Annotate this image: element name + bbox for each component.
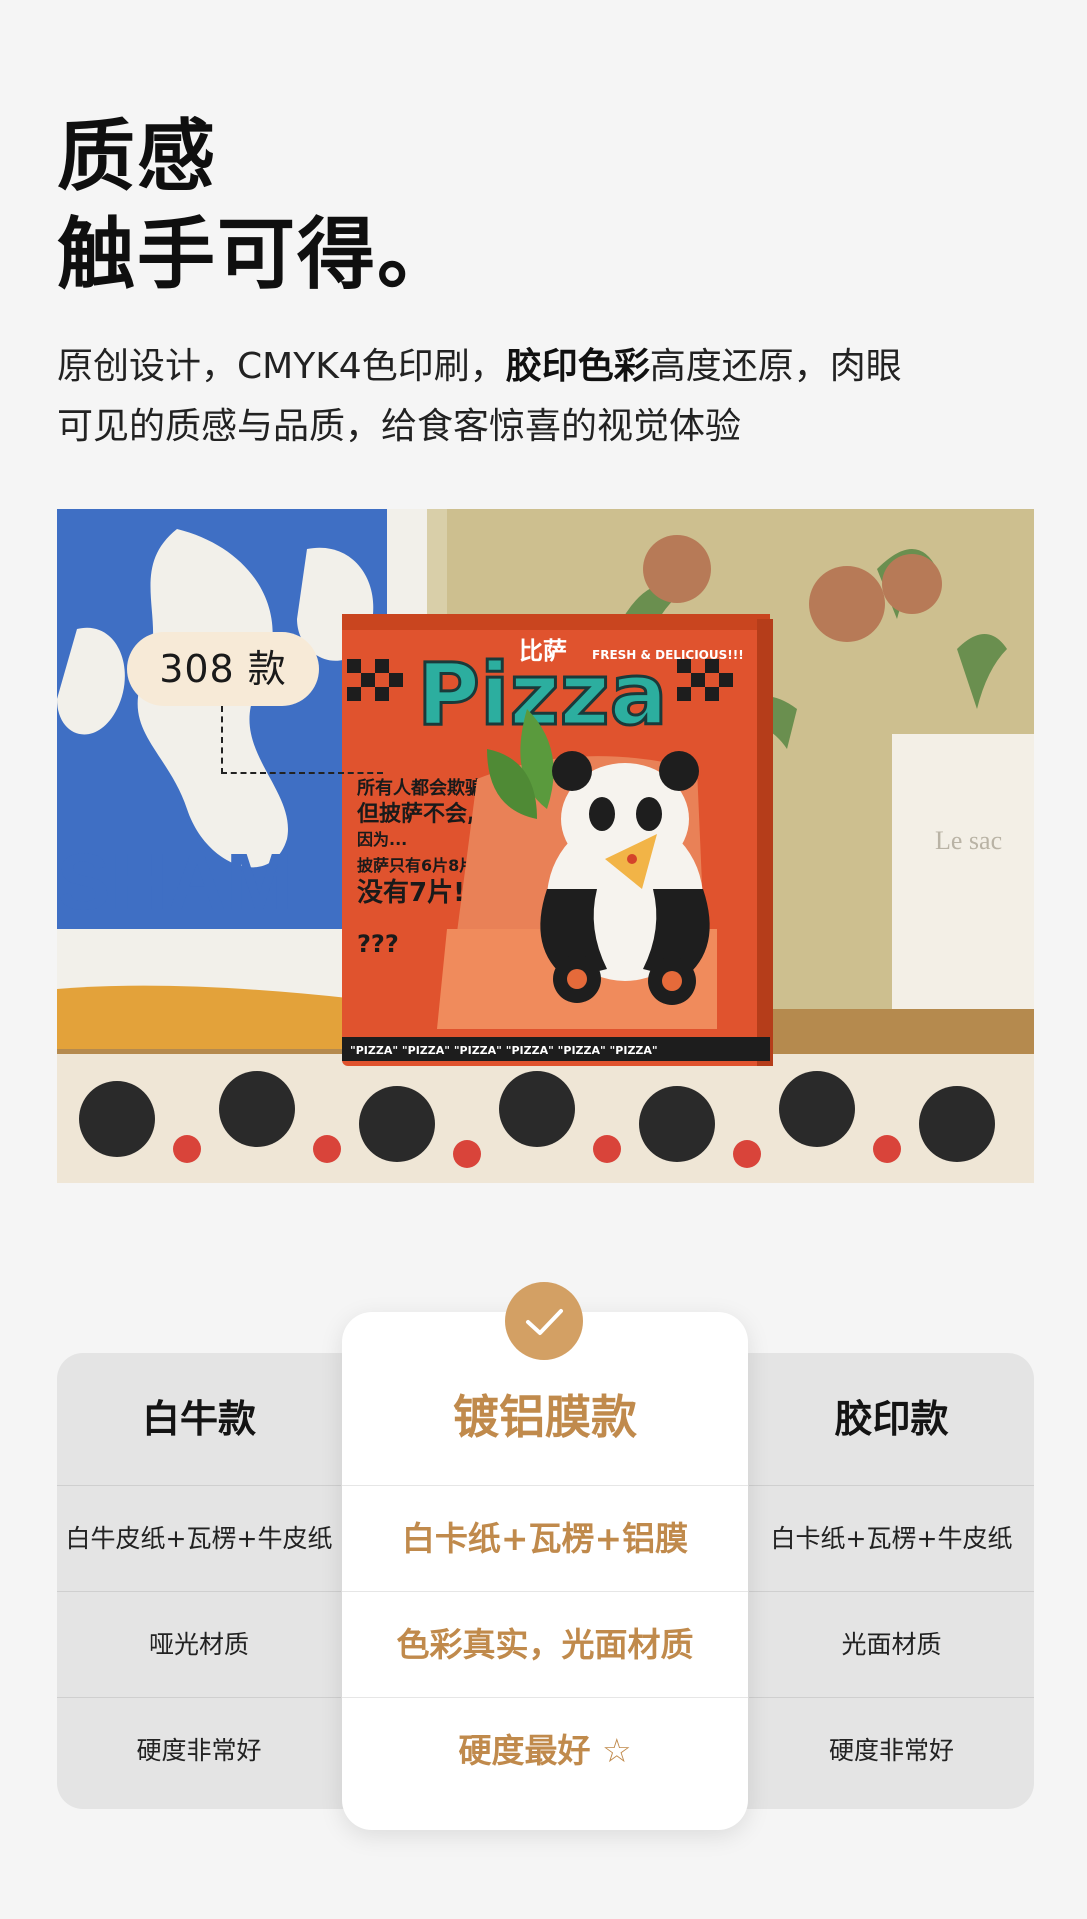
column-title: 白牛款 [57,1353,341,1486]
product-photo-illustration: SHAM Le sac 比萨 Pizza FRESH & DELICIOUS!!… [57,509,1034,1183]
headline-line-1: 质感 [57,112,218,202]
box-tagline: FRESH & DELICIOUS!!! [592,648,744,662]
description: 原创设计，CMYK4色印刷，胶印色彩高度还原，肉眼 可见的质感与品质，给食客惊喜… [57,337,1037,457]
svg-text:披萨只有6片8片,: 披萨只有6片8片, [357,856,481,875]
column-aluminized-featured: 镀铝膜款 白卡纸+瓦楞+铝膜 色彩真实，光面材质 硬度最好 ☆ [342,1312,748,1830]
featured-cell: 硬度最好 ☆ [458,1731,632,1770]
description-bold: 胶印色彩 [505,346,650,387]
headline-line-2: 触手可得。 [57,210,458,300]
column-title: 胶印款 [749,1353,1034,1486]
column-cell: 硬度非常好 [828,1736,954,1765]
column-cell: 哑光材质 [57,1592,341,1698]
column-offset-print: 胶印款 白卡纸+瓦楞+牛皮纸 光面材质 硬度非常好 [749,1353,1034,1803]
svg-text:因为...: 因为... [357,830,407,849]
description-text-2: 高度还原，肉眼 [649,346,902,387]
headline: 质感 触手可得。 [57,108,457,304]
description-line-1: 原创设计，CMYK4色印刷，胶印色彩高度还原，肉眼 [57,337,1037,397]
callout-connector [221,706,383,774]
box-strip: "PIZZA" "PIZZA" "PIZZA" "PIZZA" "PIZZA" … [350,1044,658,1057]
column-white-kraft: 白牛款 白牛皮纸+瓦楞+牛皮纸 哑光材质 硬度非常好 [57,1353,341,1803]
svg-text:???: ??? [357,930,399,958]
column-cell: 光面材质 [749,1592,1034,1698]
featured-cell: 白卡纸+瓦楞+铝膜 [342,1486,748,1592]
column-cell: 硬度非常好 [136,1736,262,1765]
svg-text:但披萨不会,: 但披萨不会, [357,801,475,827]
description-line-2: 可见的质感与品质，给食客惊喜的视觉体验 [57,406,742,447]
column-cell: 白牛皮纸+瓦楞+牛皮纸 [57,1486,341,1592]
column-cell: 白卡纸+瓦楞+牛皮纸 [749,1486,1034,1592]
svg-text:没有7片!: 没有7片! [357,878,465,908]
product-photo: SHAM Le sac 比萨 Pizza FRESH & DELICIOUS!!… [57,509,1034,1183]
check-icon [505,1282,583,1360]
poster-text: SHAM [57,837,293,926]
featured-cell: 色彩真实，光面材质 [342,1592,748,1698]
callout-badge: 308 款 [127,632,319,706]
description-text-1: 原创设计，CMYK4色印刷， [57,346,506,387]
bag-text: Le sac [935,826,1002,855]
